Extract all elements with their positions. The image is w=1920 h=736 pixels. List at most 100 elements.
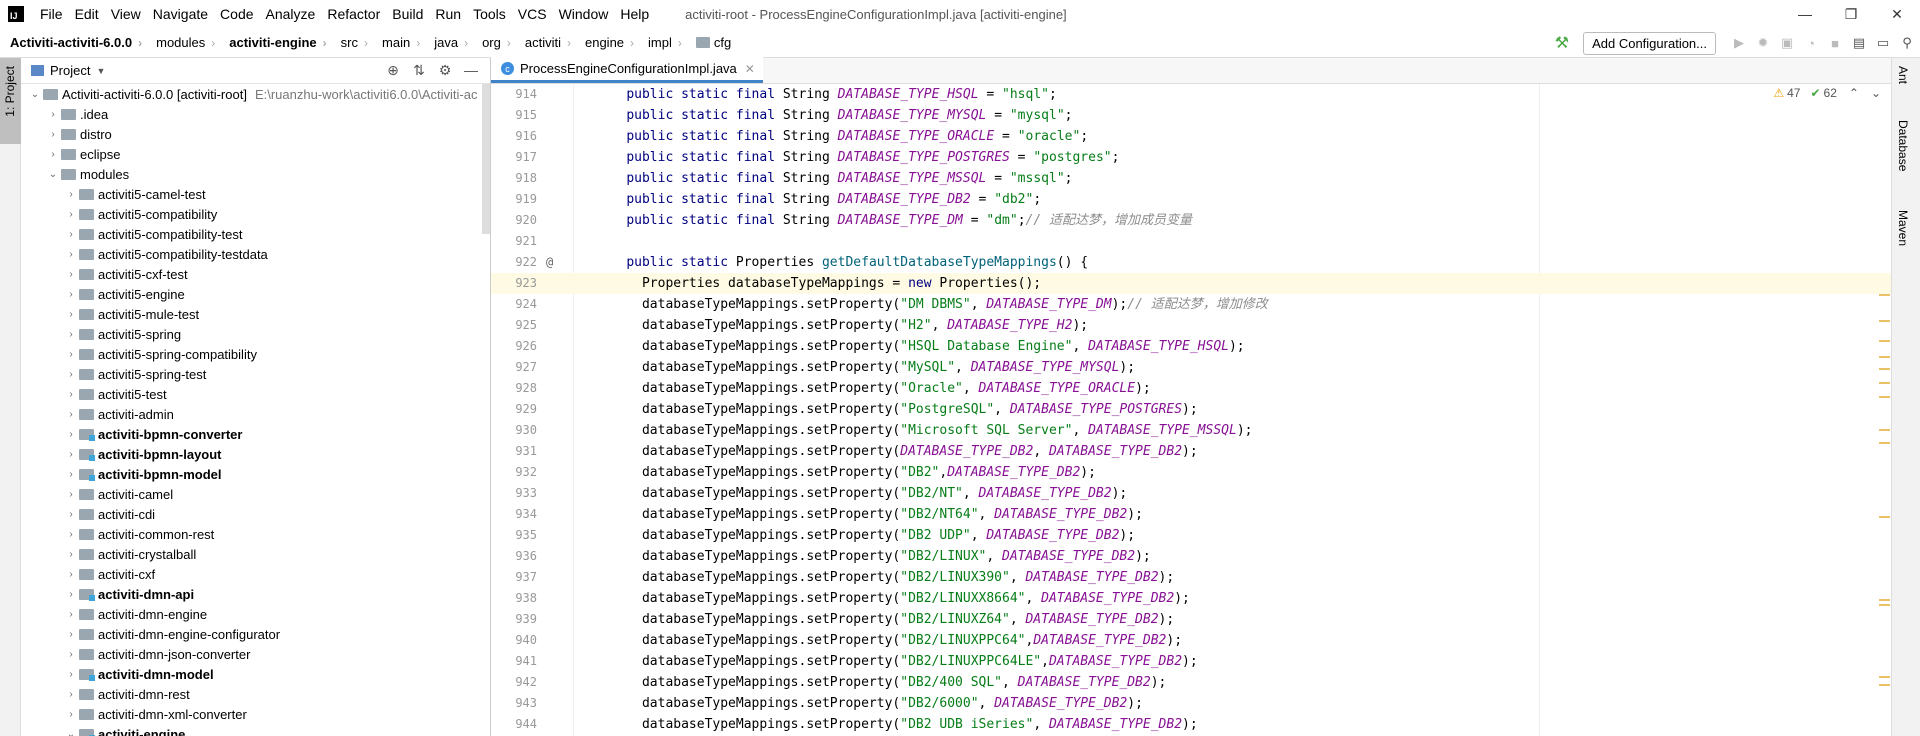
tree-item[interactable]: › activiti5-camel-test (21, 184, 490, 204)
warning-marker[interactable] (1879, 442, 1890, 444)
tree-item[interactable]: › .idea (21, 104, 490, 124)
warning-marker[interactable] (1879, 396, 1890, 398)
error-stripe[interactable] (1879, 84, 1891, 736)
tree-item[interactable]: ⌄ Activiti-activiti-6.0.0 [activiti-root]… (21, 84, 490, 104)
tree-item[interactable]: › activiti-crystalball (21, 544, 490, 564)
chevron-right-icon[interactable]: › (63, 389, 79, 400)
add-configuration-button[interactable]: Add Configuration... (1583, 31, 1716, 55)
code-line[interactable]: 927 databaseTypeMappings.setProperty("My… (491, 357, 1891, 378)
tree-item[interactable]: › activiti5-compatibility-testdata (21, 244, 490, 264)
chevron-right-icon[interactable]: › (63, 229, 79, 240)
breadcrumb-item[interactable]: Activiti-activiti-6.0.0 › (0, 35, 146, 50)
chevron-right-icon[interactable]: › (63, 289, 79, 300)
code-line[interactable]: 935 databaseTypeMappings.setProperty("DB… (491, 525, 1891, 546)
code-line[interactable]: 944 databaseTypeMappings.setProperty("DB… (491, 714, 1891, 735)
chevron-right-icon[interactable]: › (63, 309, 79, 320)
chevron-down-icon[interactable]: ▼ (96, 66, 105, 76)
menu-navigate[interactable]: Navigate (147, 0, 214, 28)
code-line[interactable]: 939 databaseTypeMappings.setProperty("DB… (491, 609, 1891, 630)
code-editor[interactable]: 914 public static final String DATABASE_… (491, 84, 1891, 736)
run-icon[interactable]: ▶ (1728, 35, 1750, 51)
breadcrumb-item[interactable]: modules › (146, 35, 219, 50)
breadcrumb-item[interactable]: java › (424, 35, 472, 50)
tree-item[interactable]: › activiti-dmn-engine (21, 604, 490, 624)
code-line[interactable]: 926 databaseTypeMappings.setProperty("HS… (491, 336, 1891, 357)
code-line[interactable]: 940 databaseTypeMappings.setProperty("DB… (491, 630, 1891, 651)
menu-code[interactable]: Code (214, 0, 259, 28)
tree-item[interactable]: › activiti5-test (21, 384, 490, 404)
tree-item[interactable]: › activiti5-spring (21, 324, 490, 344)
chevron-right-icon[interactable]: › (63, 269, 79, 280)
warning-marker[interactable] (1879, 604, 1890, 606)
chevron-down-icon[interactable]: ⌄ (63, 729, 79, 736)
tree-item[interactable]: › activiti-dmn-json-converter (21, 644, 490, 664)
locate-icon[interactable]: ⊕ (380, 62, 406, 79)
database-tool-tab[interactable]: Database (1896, 120, 1910, 171)
code-line[interactable]: 921 (491, 231, 1891, 252)
tree-item[interactable]: › activiti-camel (21, 484, 490, 504)
tree-item[interactable]: › activiti-cdi (21, 504, 490, 524)
chevron-right-icon[interactable]: › (63, 449, 79, 460)
code-line[interactable]: 925 databaseTypeMappings.setProperty("H2… (491, 315, 1891, 336)
tree-item[interactable]: › activiti-dmn-api (21, 584, 490, 604)
override-marker-icon[interactable]: @ (546, 252, 553, 273)
code-line[interactable]: 917 public static final String DATABASE_… (491, 147, 1891, 168)
breadcrumb-item[interactable]: org › (472, 35, 515, 50)
tree-item[interactable]: › activiti-dmn-engine-configurator (21, 624, 490, 644)
editor-tab[interactable]: c ProcessEngineConfigurationImpl.java ✕ (491, 57, 763, 83)
code-line[interactable]: 918 public static final String DATABASE_… (491, 168, 1891, 189)
code-line[interactable]: 942 databaseTypeMappings.setProperty("DB… (491, 672, 1891, 693)
code-line[interactable]: 915 public static final String DATABASE_… (491, 105, 1891, 126)
code-line[interactable]: 937 databaseTypeMappings.setProperty("DB… (491, 567, 1891, 588)
code-line[interactable]: 936 databaseTypeMappings.setProperty("DB… (491, 546, 1891, 567)
code-line[interactable]: 931 databaseTypeMappings.setProperty(DAT… (491, 441, 1891, 462)
chevron-right-icon[interactable]: › (63, 209, 79, 220)
menu-help[interactable]: Help (614, 0, 655, 28)
build-hammer-icon[interactable]: ⚒ (1555, 33, 1569, 53)
menu-build[interactable]: Build (386, 0, 429, 28)
warning-marker[interactable] (1879, 599, 1890, 601)
menu-refactor[interactable]: Refactor (321, 0, 386, 28)
tree-item[interactable]: › activiti-bpmn-layout (21, 444, 490, 464)
breadcrumb-item[interactable]: cfg (686, 35, 735, 50)
code-line[interactable]: 930 databaseTypeMappings.setProperty("Mi… (491, 420, 1891, 441)
chevron-right-icon[interactable]: › (63, 649, 79, 660)
tree-item[interactable]: ⌄ activiti-engine (21, 724, 490, 736)
tree-item[interactable]: › activiti5-compatibility-test (21, 224, 490, 244)
maven-tool-tab[interactable]: Maven (1896, 210, 1910, 246)
tree-item[interactable]: › activiti-bpmn-converter (21, 424, 490, 444)
close-button[interactable]: ✕ (1874, 0, 1920, 28)
code-line[interactable]: 919 public static final String DATABASE_… (491, 189, 1891, 210)
project-structure-icon[interactable]: ▤ (1848, 35, 1870, 51)
chevron-right-icon[interactable]: › (63, 669, 79, 680)
breadcrumb-item[interactable]: impl › (638, 35, 686, 50)
warning-marker[interactable] (1879, 320, 1890, 322)
warning-marker[interactable] (1879, 516, 1890, 518)
breadcrumb-item[interactable]: src › (331, 35, 372, 50)
ant-tool-tab[interactable]: Ant (1896, 66, 1910, 84)
menu-run[interactable]: Run (429, 0, 467, 28)
collapse-all-icon[interactable]: ⇅ (406, 62, 432, 79)
close-tab-icon[interactable]: ✕ (745, 62, 755, 76)
hide-icon[interactable]: — (458, 62, 484, 79)
tree-item[interactable]: › activiti5-mule-test (21, 304, 490, 324)
code-line[interactable]: 928 databaseTypeMappings.setProperty("Or… (491, 378, 1891, 399)
inspection-widget[interactable]: ⚠ 47 ✔ 62 ⌃ ⌄ (1773, 86, 1881, 100)
tree-item[interactable]: › activiti5-spring-test (21, 364, 490, 384)
warning-marker[interactable] (1879, 429, 1890, 431)
menu-analyze[interactable]: Analyze (260, 0, 322, 28)
chevron-right-icon[interactable]: › (63, 409, 79, 420)
profile-icon[interactable]: ◔ (1800, 36, 1822, 51)
menu-window[interactable]: Window (553, 0, 615, 28)
warning-marker[interactable] (1879, 368, 1890, 370)
chevron-right-icon[interactable]: › (63, 529, 79, 540)
breadcrumb-item[interactable]: main › (372, 35, 424, 50)
tree-item[interactable]: › activiti-dmn-model (21, 664, 490, 684)
tree-item[interactable]: › activiti5-compatibility (21, 204, 490, 224)
code-line[interactable]: 938 databaseTypeMappings.setProperty("DB… (491, 588, 1891, 609)
tree-item[interactable]: › activiti-cxf (21, 564, 490, 584)
breadcrumb-item[interactable]: engine › (575, 35, 638, 50)
chevron-right-icon[interactable]: › (63, 589, 79, 600)
search-icon[interactable]: ⚲ (1896, 35, 1918, 51)
menu-edit[interactable]: Edit (69, 0, 105, 28)
